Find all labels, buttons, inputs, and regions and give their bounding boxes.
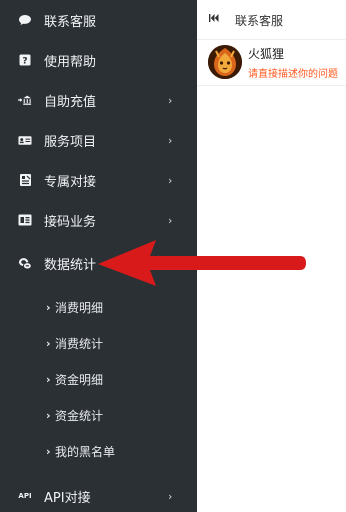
collapse-left-icon[interactable] bbox=[209, 14, 219, 25]
sidebar-item-recharge[interactable]: 自助充值 › bbox=[0, 80, 197, 120]
caret-right-icon: › bbox=[46, 444, 51, 458]
sidebar-item-api[interactable]: API API对接 › bbox=[0, 476, 197, 512]
contact-list-item[interactable]: 火狐狸 请直接描述你的问题 bbox=[197, 40, 346, 86]
api-badge-text: API bbox=[18, 491, 32, 500]
sidebar: 联系客服 ? 使用帮助 自助充值 › 服务项目 › 专属对接 › 接码业务 › bbox=[0, 0, 197, 512]
subitem-label: 我的黑名单 bbox=[55, 444, 116, 459]
chevron-right-icon: › bbox=[168, 213, 173, 227]
sidebar-item-label: 数据统计 bbox=[44, 257, 97, 273]
help-icon: ? bbox=[18, 53, 32, 67]
sidebar-item-help[interactable]: ? 使用帮助 bbox=[0, 40, 197, 80]
sidebar-item-label: 自助充值 bbox=[44, 94, 97, 110]
chevron-right-icon: › bbox=[168, 489, 173, 503]
tab-contact-service[interactable]: 联系客服 bbox=[235, 12, 283, 29]
sidebar-item-dedicated[interactable]: 专属对接 › bbox=[0, 160, 197, 200]
subitem-label: 资金明细 bbox=[55, 372, 104, 387]
subitem-consumption-detail[interactable]: › 消费明细 bbox=[0, 289, 197, 325]
subitem-consumption-stats[interactable]: › 消费统计 bbox=[0, 325, 197, 361]
contact-name: 火狐狸 bbox=[248, 47, 285, 61]
sidebar-item-label: API对接 bbox=[44, 490, 91, 506]
bank-icon bbox=[18, 93, 32, 107]
chevron-right-icon: › bbox=[168, 173, 173, 187]
chevron-right-icon: › bbox=[168, 133, 173, 147]
caret-right-icon: › bbox=[46, 408, 51, 422]
subitem-label: 资金统计 bbox=[55, 408, 104, 423]
sidebar-item-label: 接码业务 bbox=[44, 214, 97, 230]
sidebar-item-label: 专属对接 bbox=[44, 174, 97, 190]
subitem-blacklist[interactable]: › 我的黑名单 bbox=[0, 433, 197, 469]
chevron-right-icon: › bbox=[168, 93, 173, 107]
sidebar-item-sms-code[interactable]: 接码业务 › bbox=[0, 200, 197, 240]
subitem-funds-detail[interactable]: › 资金明细 bbox=[0, 361, 197, 397]
sidebar-item-statistics[interactable]: 数据统计 bbox=[0, 243, 197, 283]
coins-icon bbox=[18, 256, 32, 270]
api-icon: API bbox=[18, 489, 32, 503]
sidebar-item-label: 使用帮助 bbox=[44, 54, 97, 70]
avatar bbox=[208, 45, 242, 79]
chat-bubble-icon bbox=[18, 13, 32, 27]
contact-last-message: 请直接描述你的问题 bbox=[248, 69, 338, 80]
caret-right-icon: › bbox=[46, 336, 51, 350]
sidebar-item-contact-service[interactable]: 联系客服 bbox=[0, 0, 197, 40]
chat-panel: 联系客服 火狐狸 请直接描述你的问题 bbox=[197, 0, 346, 512]
caret-right-icon: › bbox=[46, 300, 51, 314]
chat-header: 联系客服 bbox=[197, 0, 346, 40]
id-card-icon bbox=[18, 133, 32, 147]
sheet-icon bbox=[18, 173, 32, 187]
sidebar-item-label: 服务项目 bbox=[44, 134, 97, 150]
code-icon bbox=[18, 213, 32, 227]
subitem-label: 消费明细 bbox=[55, 300, 104, 315]
caret-right-icon: › bbox=[46, 372, 51, 386]
svg-text:?: ? bbox=[22, 57, 27, 67]
subitem-funds-stats[interactable]: › 资金统计 bbox=[0, 397, 197, 433]
sidebar-item-label: 联系客服 bbox=[44, 14, 97, 30]
sidebar-item-services[interactable]: 服务项目 › bbox=[0, 120, 197, 160]
subitem-label: 消费统计 bbox=[55, 336, 104, 351]
